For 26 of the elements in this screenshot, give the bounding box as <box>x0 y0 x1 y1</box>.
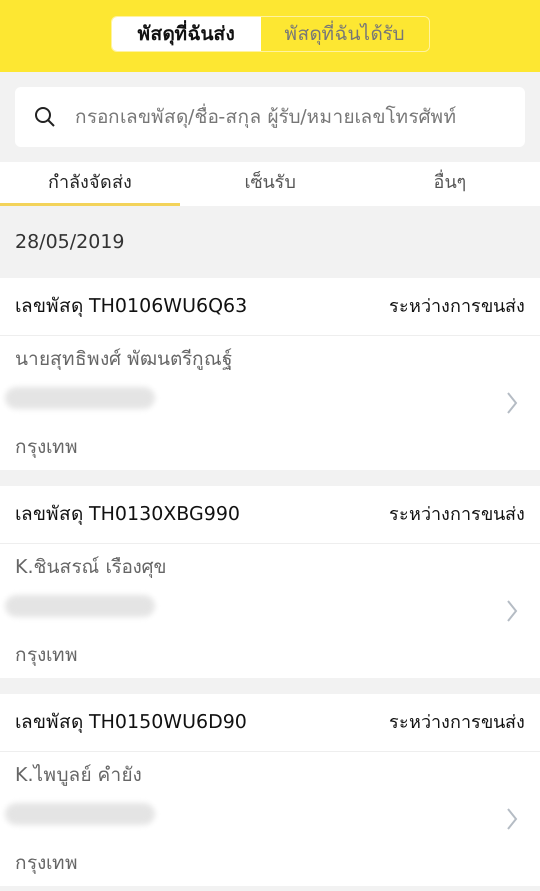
parcel-card[interactable]: เลขพัสดุ TH0130XBG990 ระหว่างการขนส่ง K.ชินสรณ์ เรืองศุข กรุงเทพ <box>0 486 540 678</box>
parcel-number: เลขพัสดุ TH0130XBG990 <box>15 502 240 528</box>
city-label: กรุงเทพ <box>15 850 79 876</box>
parcel-card[interactable]: เลขพัสดุ TH0106WU6Q63 ระหว่างการขนส่ง นายสุทธิพงศ์ พัฒนตรีกูณฐ์ กรุงเทพ <box>0 278 540 470</box>
parcel-number: เลขพัสดุ TH0150WU6D90 <box>15 710 247 736</box>
status-tab[interactable]: เซ็นรับ <box>180 162 360 206</box>
search-field[interactable]: กรอกเลขพัสดุ/ชื่อ-สกุล ผู้รับ/หมายเลขโทรศัพท์ <box>15 87 525 147</box>
segment-tab[interactable]: พัสดุที่ฉันส่ง <box>112 17 260 51</box>
parcel-card[interactable]: เลขพัสดุ TH0150WU6D90 ระหว่างการขนส่ง K.ไพบูลย์ คำยัง กรุงเทพ <box>0 694 540 886</box>
status-tab[interactable]: กำลังจัดส่ง <box>0 162 180 206</box>
search-icon <box>33 105 57 129</box>
chevron-right-icon <box>506 807 518 831</box>
city-label: กรุงเทพ <box>15 434 79 460</box>
status-label: ระหว่างการขนส่ง <box>389 295 525 319</box>
status-label: ระหว่างการขนส่ง <box>389 711 525 735</box>
status-tab[interactable]: อื่นๆ <box>360 162 540 206</box>
date-label: 28/05/2019 <box>15 230 125 255</box>
chevron-right-icon <box>506 391 518 415</box>
chevron-right-icon <box>506 599 518 623</box>
search-field[interactable]: กรอกเลขพัสดุ/ชื่อ-สกุล ผู้รับ/หมายเลขโทรศัพท์ <box>75 102 507 132</box>
status-label: ระหว่างการขนส่ง <box>389 503 525 527</box>
parcel-number: เลขพัสดุ TH0106WU6Q63 <box>15 294 248 320</box>
city-label: กรุงเทพ <box>15 642 79 668</box>
recipient-name: นายสุทธิพงศ์ พัฒนตรีกูณฐ์ <box>15 346 232 372</box>
recipient-name: K.ไพบูลย์ คำยัง <box>15 762 143 788</box>
recipient-name: K.ชินสรณ์ เรืองศุข <box>15 554 167 580</box>
